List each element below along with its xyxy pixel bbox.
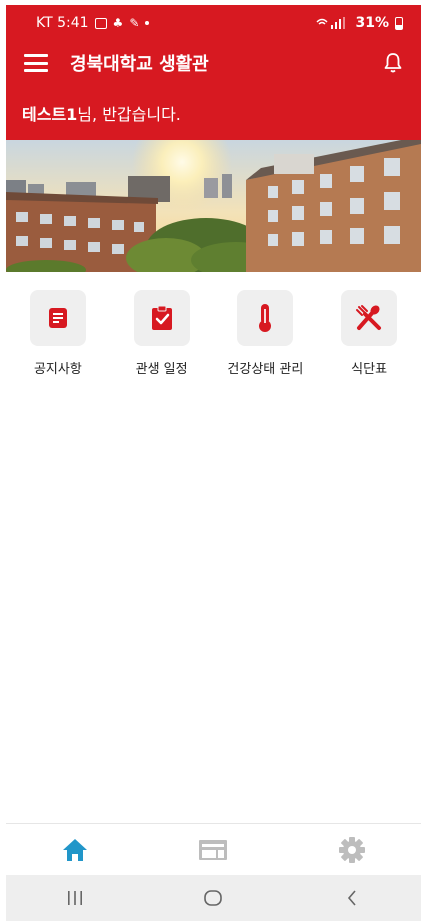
notice-icon xyxy=(48,308,67,328)
menu-item-schedule[interactable]: 관생 일정 xyxy=(110,290,214,380)
settings-icon xyxy=(338,836,365,863)
battery-level: 31% xyxy=(355,15,389,31)
gallery-icon xyxy=(94,17,107,29)
home-icon xyxy=(63,838,88,861)
bottom-navigation xyxy=(6,823,421,875)
notification-icon: ♣ xyxy=(112,16,124,30)
app-title: 경북대학교 생활관 xyxy=(70,54,209,75)
battery-icon xyxy=(395,16,403,30)
status-bar: KT 5:41 ♣ ✎ 31% xyxy=(6,5,421,41)
menu-label: 식단표 xyxy=(351,362,388,377)
utensils-icon xyxy=(356,305,382,330)
thermometer-icon xyxy=(259,304,272,332)
greeting-banner: 테스트1 님, 반갑습니다. xyxy=(6,85,421,140)
menu-item-notice[interactable]: 공지사항 xyxy=(6,290,110,380)
more-notifications-icon xyxy=(145,21,150,25)
user-name: 테스트1 xyxy=(22,104,78,124)
menu-item-health[interactable]: 건강상태 관리 xyxy=(214,290,318,380)
quick-menu: 공지사항 관생 일정 건강상태 관리 식단표 xyxy=(6,290,421,380)
carrier-time: KT 5:41 xyxy=(36,15,89,31)
status-left: KT 5:41 ♣ ✎ xyxy=(36,15,150,31)
nav-home[interactable] xyxy=(45,828,105,872)
dormitory-photo xyxy=(6,140,421,272)
menu-icon-box xyxy=(29,290,86,346)
home-button[interactable] xyxy=(183,878,243,918)
nav-settings[interactable] xyxy=(322,828,382,872)
back-button[interactable] xyxy=(322,878,382,918)
back-icon xyxy=(347,890,356,906)
menu-icon-box xyxy=(133,290,190,346)
board-icon xyxy=(199,839,228,860)
greeting-text: 님, 반갑습니다. xyxy=(77,104,181,124)
clipboard-check-icon xyxy=(151,305,172,330)
nav-board[interactable] xyxy=(183,828,243,872)
bell-icon[interactable] xyxy=(381,51,405,75)
recent-apps-button[interactable] xyxy=(45,878,105,918)
menu-icon[interactable] xyxy=(24,54,48,72)
menu-label: 공지사항 xyxy=(33,362,82,377)
menu-item-meal[interactable]: 식단표 xyxy=(317,290,421,380)
pen-icon: ✎ xyxy=(129,16,140,30)
menu-icon-box xyxy=(237,290,294,346)
recent-apps-icon xyxy=(68,891,83,905)
app-bar: 경북대학교 생활관 xyxy=(6,41,421,85)
menu-label: 관생 일정 xyxy=(135,362,188,377)
system-navigation xyxy=(6,875,421,921)
home-circle-icon xyxy=(204,890,223,906)
menu-icon-box xyxy=(341,290,398,346)
menu-label: 건강상태 관리 xyxy=(227,362,304,377)
signal-icon xyxy=(316,17,346,29)
status-right: 31% xyxy=(315,15,403,31)
